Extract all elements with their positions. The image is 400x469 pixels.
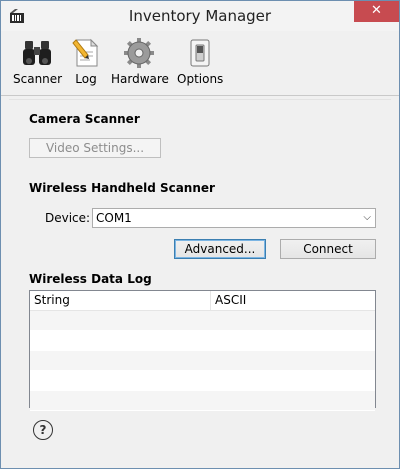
binoculars-icon: [23, 41, 51, 65]
close-icon: ✕: [371, 3, 382, 18]
column-divider[interactable]: [210, 291, 211, 310]
toolbar-hardware[interactable]: Hardware: [111, 37, 169, 86]
column-header-string[interactable]: String: [34, 293, 70, 307]
switch-icon: [190, 39, 210, 67]
toolbar-options[interactable]: Options: [177, 37, 223, 86]
toolbar: Scanner Log Hardware Options: [1, 31, 399, 96]
advanced-button[interactable]: Advanced...: [174, 239, 266, 259]
toolbar-options-label: Options: [177, 72, 224, 86]
list-item: [30, 331, 375, 351]
device-select-value: COM1: [96, 211, 132, 225]
window-title: Inventory Manager: [128, 7, 272, 25]
video-settings-button[interactable]: Video Settings...: [29, 138, 161, 158]
list-item: [30, 311, 375, 331]
device-select[interactable]: COM1 ⌵: [92, 208, 376, 228]
toolbar-hardware-label: Hardware: [111, 72, 169, 86]
help-button[interactable]: ?: [33, 420, 53, 440]
gear-icon: [124, 38, 154, 68]
device-label: Device:: [45, 211, 91, 225]
data-log-list[interactable]: String ASCII: [29, 290, 376, 411]
list-item: [30, 351, 375, 371]
wireless-data-log-title: Wireless Data Log: [29, 272, 152, 286]
help-icon: ?: [39, 423, 47, 437]
toolbar-scanner[interactable]: Scanner: [13, 37, 63, 86]
app-window: Inventory Manager ✕ Scanner Log Hardware…: [0, 0, 400, 469]
toolbar-scanner-label: Scanner: [13, 72, 63, 86]
title-bar: Inventory Manager ✕: [1, 1, 399, 31]
list-header: String ASCII: [30, 291, 375, 311]
wireless-scanner-title: Wireless Handheld Scanner: [29, 181, 215, 195]
connect-button[interactable]: Connect: [280, 239, 376, 259]
list-item: [30, 391, 375, 411]
camera-scanner-title: Camera Scanner: [29, 112, 140, 126]
scanner-panel: Camera Scanner Video Settings... Wireles…: [9, 99, 391, 461]
toolbar-log[interactable]: Log: [67, 37, 105, 86]
toolbar-log-label: Log: [75, 72, 97, 86]
chevron-down-icon: ⌵: [363, 212, 371, 223]
column-header-ascii[interactable]: ASCII: [215, 293, 246, 307]
list-item: [30, 371, 375, 391]
document-pencil-icon: [72, 38, 99, 67]
close-button[interactable]: ✕: [354, 1, 399, 22]
